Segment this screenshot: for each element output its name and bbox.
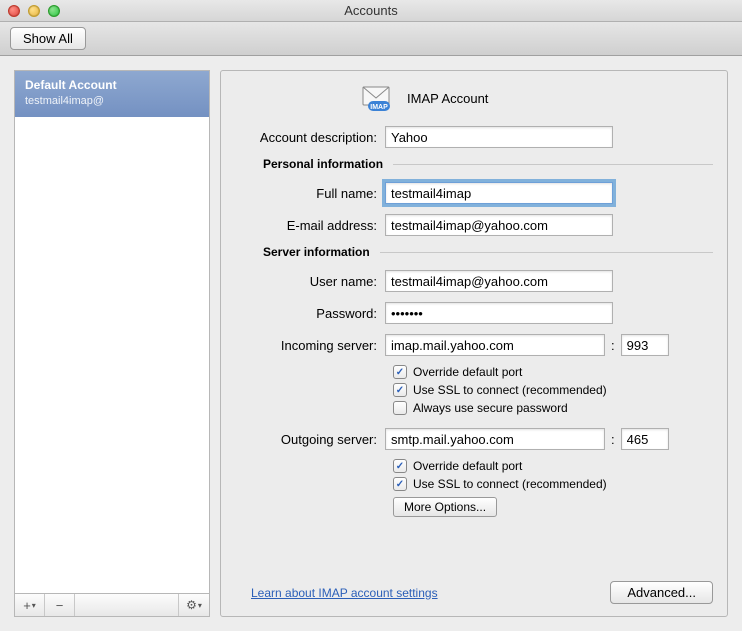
titlebar: Accounts <box>0 0 742 22</box>
account-detail-panel: IMAP IMAP Account Account description: P… <box>220 70 728 617</box>
imap-mail-icon: IMAP <box>361 85 393 111</box>
incoming-override-port-row[interactable]: Override default port <box>393 365 713 379</box>
content: Default Account testmail4imap@ +▾ − ⚙▾ <box>0 56 742 631</box>
svg-text:IMAP: IMAP <box>370 104 388 111</box>
sidebar-toolbar: +▾ − ⚙▾ <box>14 593 210 617</box>
server-info-header: Server information <box>263 245 713 259</box>
incoming-label: Incoming server: <box>235 338 385 353</box>
outgoing-label: Outgoing server: <box>235 432 385 447</box>
window-title: Accounts <box>0 3 742 18</box>
incoming-ssl-row[interactable]: Use SSL to connect (recommended) <box>393 383 713 397</box>
personal-info-header: Personal information <box>263 157 713 171</box>
show-all-button[interactable]: Show All <box>10 27 86 50</box>
outgoing-port-input[interactable] <box>621 428 669 450</box>
checkbox-icon[interactable] <box>393 459 407 473</box>
gear-menu-button[interactable]: ⚙▾ <box>179 594 209 616</box>
panel-bottom-row: Learn about IMAP account settings Advanc… <box>235 581 713 604</box>
password-input[interactable] <box>385 302 613 324</box>
full-name-input[interactable] <box>385 182 613 204</box>
user-name-input[interactable] <box>385 270 613 292</box>
email-input[interactable] <box>385 214 613 236</box>
sidebar-toolbar-spacer <box>75 594 179 616</box>
learn-imap-link[interactable]: Learn about IMAP account settings <box>251 586 438 600</box>
remove-account-button[interactable]: − <box>45 594 75 616</box>
incoming-port-input[interactable] <box>621 334 669 356</box>
account-list-item-default[interactable]: Default Account testmail4imap@ <box>15 71 209 117</box>
incoming-server-input[interactable] <box>385 334 605 356</box>
incoming-secure-password-row[interactable]: Always use secure password <box>393 401 713 415</box>
account-type-label: IMAP Account <box>407 91 488 106</box>
checkbox-icon[interactable] <box>393 383 407 397</box>
more-options-button[interactable]: More Options... <box>393 497 497 517</box>
outgoing-colon: : <box>611 432 615 447</box>
outgoing-server-input[interactable] <box>385 428 605 450</box>
toolbar: Show All <box>0 22 742 56</box>
description-label: Account description: <box>235 130 385 145</box>
outgoing-override-port-row[interactable]: Override default port <box>393 459 713 473</box>
sidebar: Default Account testmail4imap@ +▾ − ⚙▾ <box>14 70 210 617</box>
full-name-label: Full name: <box>235 186 385 201</box>
password-label: Password: <box>235 306 385 321</box>
incoming-colon: : <box>611 338 615 353</box>
account-email: testmail4imap@ <box>25 94 199 109</box>
checkbox-icon[interactable] <box>393 401 407 415</box>
account-list[interactable]: Default Account testmail4imap@ <box>14 70 210 593</box>
account-type-row: IMAP IMAP Account <box>361 85 713 111</box>
checkbox-icon[interactable] <box>393 477 407 491</box>
outgoing-ssl-row[interactable]: Use SSL to connect (recommended) <box>393 477 713 491</box>
email-label: E-mail address: <box>235 218 385 233</box>
checkbox-icon[interactable] <box>393 365 407 379</box>
description-input[interactable] <box>385 126 613 148</box>
add-account-button[interactable]: +▾ <box>15 594 45 616</box>
advanced-button[interactable]: Advanced... <box>610 581 713 604</box>
user-name-label: User name: <box>235 274 385 289</box>
account-title: Default Account <box>25 77 199 94</box>
